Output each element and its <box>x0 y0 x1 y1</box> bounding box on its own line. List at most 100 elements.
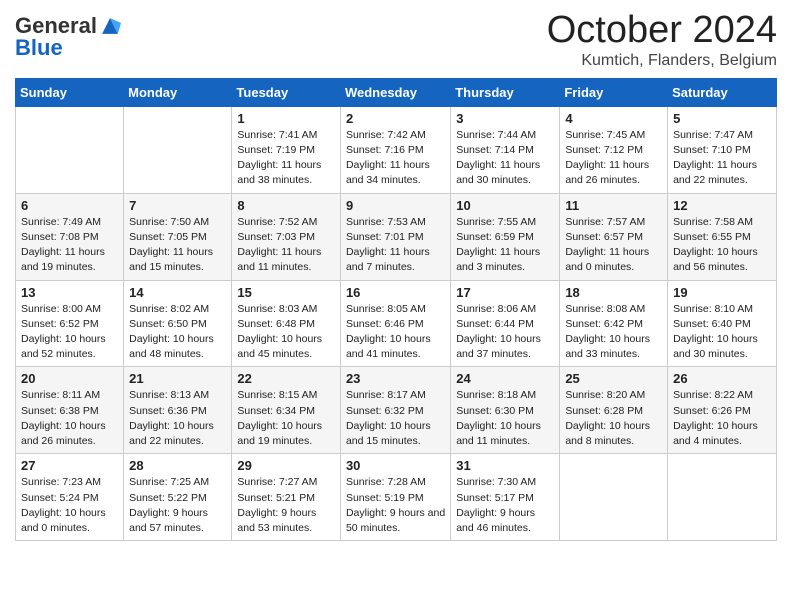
day-info: Sunrise: 7:50 AM Sunset: 7:05 PM Dayligh… <box>129 215 226 276</box>
calendar-cell: 13 Sunrise: 8:00 AM Sunset: 6:52 PM Dayli… <box>16 280 124 367</box>
calendar-week-row: 20Sunrise: 8:11 AM Sunset: 6:38 PM Dayli… <box>16 367 777 454</box>
day-number: 16 <box>346 285 445 300</box>
calendar-cell: 17 Sunrise: 8:06 AM Sunset: 6:44 PM Dayli… <box>451 280 560 367</box>
calendar-cell: 10 Sunrise: 7:55 AM Sunset: 6:59 PM Dayli… <box>451 193 560 280</box>
day-number: 8 <box>237 198 335 213</box>
day-number: 27 <box>21 458 118 473</box>
day-number: 11 <box>565 198 662 213</box>
day-info: Sunrise: 7:57 AM Sunset: 6:57 PM Dayligh… <box>565 215 662 276</box>
calendar-cell: 26 Sunrise: 8:22 AM Sunset: 6:26 PM Dayli… <box>668 367 777 454</box>
calendar-cell: 5 Sunrise: 7:47 AM Sunset: 7:10 PM Daylig… <box>668 106 777 193</box>
day-info: Sunrise: 7:58 AM Sunset: 6:55 PM Dayligh… <box>673 215 771 276</box>
weekday-header: Saturday <box>668 78 777 106</box>
calendar-cell: 11 Sunrise: 7:57 AM Sunset: 6:57 PM Dayli… <box>560 193 668 280</box>
day-info: Sunrise: 8:05 AM Sunset: 6:46 PM Dayligh… <box>346 302 445 363</box>
day-number: 18 <box>565 285 662 300</box>
calendar-cell: 2 Sunrise: 7:42 AM Sunset: 7:16 PM Daylig… <box>340 106 450 193</box>
day-number: 26 <box>673 371 771 386</box>
calendar-cell: 19Sunrise: 8:10 AM Sunset: 6:40 PM Dayli… <box>668 280 777 367</box>
day-number: 25 <box>565 371 662 386</box>
calendar-cell: 27Sunrise: 7:23 AM Sunset: 5:24 PM Dayli… <box>16 454 124 541</box>
day-number: 24 <box>456 371 554 386</box>
day-number: 3 <box>456 111 554 126</box>
day-info: Sunrise: 8:18 AM Sunset: 6:30 PM Dayligh… <box>456 388 554 449</box>
day-info: Sunrise: 7:42 AM Sunset: 7:16 PM Dayligh… <box>346 128 445 189</box>
weekday-header: Monday <box>124 78 232 106</box>
main-container: General Blue October 2024 Kumtich, Fland… <box>0 0 792 556</box>
logo: General Blue <box>15 15 121 59</box>
day-number: 15 <box>237 285 335 300</box>
calendar-week-row: 13 Sunrise: 8:00 AM Sunset: 6:52 PM Dayli… <box>16 280 777 367</box>
day-number: 30 <box>346 458 445 473</box>
day-number: 29 <box>237 458 335 473</box>
day-number: 21 <box>129 371 226 386</box>
day-info: Sunrise: 8:20 AM Sunset: 6:28 PM Dayligh… <box>565 388 662 449</box>
calendar-cell <box>16 106 124 193</box>
day-info: Sunrise: 8:06 AM Sunset: 6:44 PM Dayligh… <box>456 302 554 363</box>
calendar-week-row: 27Sunrise: 7:23 AM Sunset: 5:24 PM Dayli… <box>16 454 777 541</box>
calendar-cell: 12 Sunrise: 7:58 AM Sunset: 6:55 PM Dayli… <box>668 193 777 280</box>
weekday-header: Tuesday <box>232 78 341 106</box>
calendar-cell: 16 Sunrise: 8:05 AM Sunset: 6:46 PM Dayli… <box>340 280 450 367</box>
title-block: October 2024 Kumtich, Flanders, Belgium <box>547 10 777 70</box>
weekday-header: Sunday <box>16 78 124 106</box>
day-number: 14 <box>129 285 226 300</box>
day-number: 2 <box>346 111 445 126</box>
month-title: October 2024 <box>547 10 777 52</box>
day-number: 10 <box>456 198 554 213</box>
calendar-cell: 6 Sunrise: 7:49 AM Sunset: 7:08 PM Daylig… <box>16 193 124 280</box>
day-info: Sunrise: 7:27 AM Sunset: 5:21 PM Dayligh… <box>237 475 335 536</box>
day-number: 4 <box>565 111 662 126</box>
day-info: Sunrise: 7:30 AM Sunset: 5:17 PM Dayligh… <box>456 475 554 536</box>
calendar-cell <box>560 454 668 541</box>
day-info: Sunrise: 7:55 AM Sunset: 6:59 PM Dayligh… <box>456 215 554 276</box>
day-info: Sunrise: 7:28 AM Sunset: 5:19 PM Dayligh… <box>346 475 445 536</box>
day-info: Sunrise: 7:44 AM Sunset: 7:14 PM Dayligh… <box>456 128 554 189</box>
calendar-week-row: 1Sunrise: 7:41 AM Sunset: 7:19 PM Daylig… <box>16 106 777 193</box>
day-info: Sunrise: 8:22 AM Sunset: 6:26 PM Dayligh… <box>673 388 771 449</box>
calendar-header-row: SundayMondayTuesdayWednesdayThursdayFrid… <box>16 78 777 106</box>
calendar-cell: 18 Sunrise: 8:08 AM Sunset: 6:42 PM Dayli… <box>560 280 668 367</box>
calendar-cell: 21 Sunrise: 8:13 AM Sunset: 6:36 PM Dayli… <box>124 367 232 454</box>
logo-blue: Blue <box>15 37 121 59</box>
day-number: 6 <box>21 198 118 213</box>
day-info: Sunrise: 7:41 AM Sunset: 7:19 PM Dayligh… <box>237 128 335 189</box>
day-info: Sunrise: 8:00 AM Sunset: 6:52 PM Dayligh… <box>21 302 118 363</box>
day-info: Sunrise: 8:10 AM Sunset: 6:40 PM Dayligh… <box>673 302 771 363</box>
calendar-cell: 23Sunrise: 8:17 AM Sunset: 6:32 PM Dayli… <box>340 367 450 454</box>
calendar-cell: 15 Sunrise: 8:03 AM Sunset: 6:48 PM Dayli… <box>232 280 341 367</box>
day-info: Sunrise: 8:03 AM Sunset: 6:48 PM Dayligh… <box>237 302 335 363</box>
day-info: Sunrise: 8:15 AM Sunset: 6:34 PM Dayligh… <box>237 388 335 449</box>
day-info: Sunrise: 7:47 AM Sunset: 7:10 PM Dayligh… <box>673 128 771 189</box>
location: Kumtich, Flanders, Belgium <box>547 52 777 70</box>
calendar-cell: 24 Sunrise: 8:18 AM Sunset: 6:30 PM Dayli… <box>451 367 560 454</box>
day-info: Sunrise: 8:13 AM Sunset: 6:36 PM Dayligh… <box>129 388 226 449</box>
day-info: Sunrise: 7:53 AM Sunset: 7:01 PM Dayligh… <box>346 215 445 276</box>
day-info: Sunrise: 8:11 AM Sunset: 6:38 PM Dayligh… <box>21 388 118 449</box>
day-info: Sunrise: 8:08 AM Sunset: 6:42 PM Dayligh… <box>565 302 662 363</box>
day-number: 17 <box>456 285 554 300</box>
calendar-cell: 30 Sunrise: 7:28 AM Sunset: 5:19 PM Dayli… <box>340 454 450 541</box>
calendar-cell: 8 Sunrise: 7:52 AM Sunset: 7:03 PM Daylig… <box>232 193 341 280</box>
day-info: Sunrise: 7:25 AM Sunset: 5:22 PM Dayligh… <box>129 475 226 536</box>
calendar-cell: 25 Sunrise: 8:20 AM Sunset: 6:28 PM Dayli… <box>560 367 668 454</box>
weekday-header: Thursday <box>451 78 560 106</box>
day-number: 12 <box>673 198 771 213</box>
weekday-header: Wednesday <box>340 78 450 106</box>
calendar-cell: 29 Sunrise: 7:27 AM Sunset: 5:21 PM Dayli… <box>232 454 341 541</box>
day-number: 5 <box>673 111 771 126</box>
day-number: 31 <box>456 458 554 473</box>
day-number: 9 <box>346 198 445 213</box>
day-info: Sunrise: 7:52 AM Sunset: 7:03 PM Dayligh… <box>237 215 335 276</box>
day-info: Sunrise: 7:49 AM Sunset: 7:08 PM Dayligh… <box>21 215 118 276</box>
logo-icon <box>99 15 121 37</box>
calendar-cell: 7Sunrise: 7:50 AM Sunset: 7:05 PM Daylig… <box>124 193 232 280</box>
calendar-cell: 14Sunrise: 8:02 AM Sunset: 6:50 PM Dayli… <box>124 280 232 367</box>
day-number: 22 <box>237 371 335 386</box>
calendar-cell: 20Sunrise: 8:11 AM Sunset: 6:38 PM Dayli… <box>16 367 124 454</box>
day-info: Sunrise: 7:45 AM Sunset: 7:12 PM Dayligh… <box>565 128 662 189</box>
calendar-cell: 9 Sunrise: 7:53 AM Sunset: 7:01 PM Daylig… <box>340 193 450 280</box>
day-number: 28 <box>129 458 226 473</box>
day-number: 13 <box>21 285 118 300</box>
logo-general: General <box>15 15 97 37</box>
